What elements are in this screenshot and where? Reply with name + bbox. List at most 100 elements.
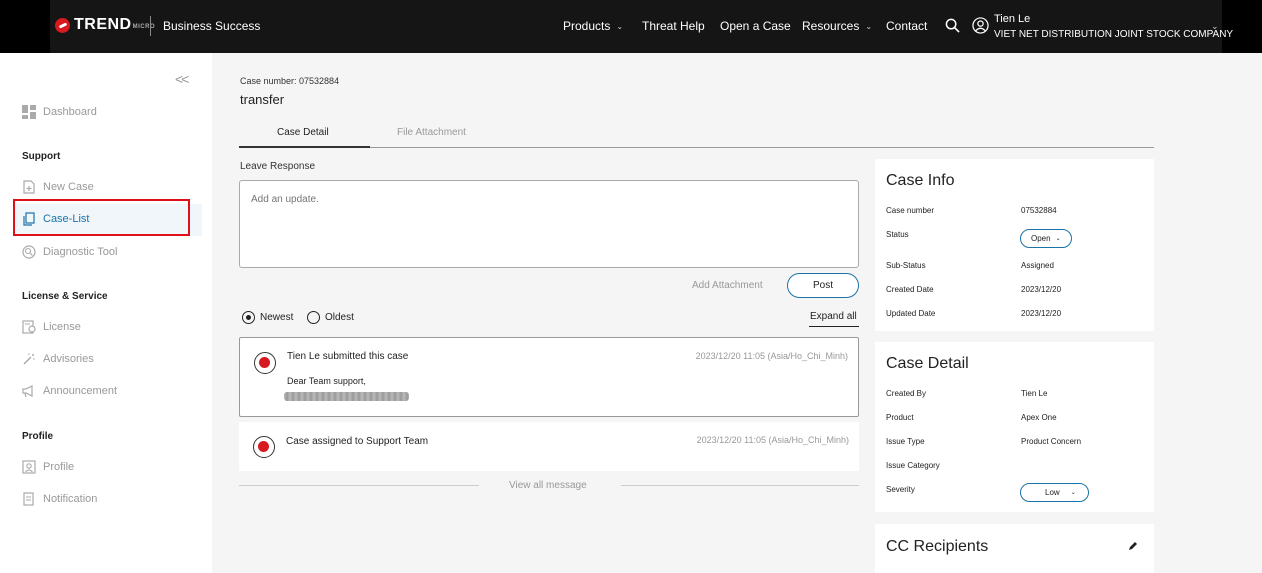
expand-all-underline (809, 326, 859, 327)
message-card[interactable]: Case assigned to Support Team 2023/12/20… (239, 422, 859, 471)
sort-newest-label: Newest (260, 312, 294, 323)
nav-threat-help[interactable]: Threat Help (642, 19, 705, 33)
trend-micro-logo[interactable]: TREND MICRO (55, 16, 155, 34)
business-success-label: Business Success (163, 19, 261, 33)
sidebar-item-new-case[interactable]: New Case (22, 176, 94, 198)
license-icon (22, 320, 36, 334)
message-title: Tien Le submitted this case (287, 351, 409, 362)
search-icon[interactable] (945, 18, 960, 33)
case-number-value: 07532884 (1021, 206, 1057, 215)
updated-date-value: 2023/12/20 (1021, 309, 1062, 318)
issue-type-value: Product Concern (1021, 437, 1082, 446)
status-dropdown[interactable]: Open ⌄ (1020, 229, 1072, 248)
message-timestamp: 2023/12/20 11:05 (Asia/Ho_Chi_Minh) (695, 351, 848, 361)
sidebar-section-license: License & Service (22, 291, 108, 302)
sidebar-section-profile: Profile (22, 431, 54, 442)
user-account-icon[interactable] (972, 17, 989, 34)
highlight-annotation-box (13, 199, 190, 236)
nav-products[interactable]: Products ⌄ (563, 19, 623, 33)
case-detail-title: Case Detail (886, 355, 969, 372)
message-title: Case assigned to Support Team (286, 436, 429, 447)
top-navigation-bar: TREND MICRO Business Success Products ⌄ … (0, 0, 1262, 53)
sub-status-value: Assigned (1021, 261, 1054, 270)
case-number-label: Case number: 07532884 (240, 76, 340, 86)
sidebar-item-label: Notification (43, 493, 98, 505)
radio-unselected-icon (307, 311, 320, 324)
message-card[interactable]: Tien Le submitted this case 2023/12/20 1… (239, 337, 859, 417)
nav-resources-label: Resources (802, 19, 860, 33)
created-by-key: Created By (886, 389, 927, 398)
chevron-down-icon: ⌄ (616, 21, 624, 31)
nav-threat-help-label: Threat Help (642, 19, 705, 33)
sidebar-item-profile[interactable]: Profile (22, 456, 74, 478)
nav-products-label: Products (563, 19, 611, 33)
sidebar-item-label: License (43, 321, 81, 333)
severity-value: Low (1045, 488, 1060, 497)
user-name[interactable]: Tien Le (994, 13, 1030, 25)
sidebar-item-label: Announcement (43, 385, 117, 397)
sidebar-item-notification[interactable]: Notification (22, 488, 97, 510)
sidebar-item-label: New Case (43, 181, 94, 193)
user-company: VIET NET DISTRIBUTION JOINT STOCK COMPAN… (994, 29, 1234, 40)
cc-recipients-title: CC Recipients (886, 538, 989, 555)
chevron-down-icon[interactable]: ⌄ (1211, 21, 1219, 32)
nav-open-a-case[interactable]: Open a Case (720, 19, 791, 33)
sidebar-item-advisories[interactable]: Advisories (22, 348, 94, 370)
case-title: transfer (240, 92, 285, 107)
nav-contact-label: Contact (886, 19, 928, 33)
cc-recipients-panel: CC Recipients (875, 524, 1154, 573)
notification-icon (23, 492, 34, 506)
message-body: Dear Team support, (287, 376, 366, 386)
view-all-message-link[interactable]: View all message (509, 480, 587, 491)
tab-case-detail[interactable]: Case Detail (277, 127, 329, 138)
diagnostic-icon (22, 245, 36, 259)
created-date-key: Created Date (886, 285, 934, 294)
avatar (253, 436, 275, 458)
issue-category-key: Issue Category (886, 461, 940, 470)
sort-newest-radio[interactable]: Newest (242, 311, 293, 324)
leave-response-label: Leave Response (240, 161, 316, 172)
dashboard-icon (22, 105, 36, 119)
message-timestamp: 2023/12/20 11:05 (Asia/Ho_Chi_Minh) (696, 435, 849, 445)
tabs-divider (239, 147, 1154, 148)
chevron-down-icon: ⌄ (1055, 236, 1061, 242)
status-key: Status (886, 230, 909, 239)
severity-key: Severity (886, 485, 915, 494)
tab-file-attachment[interactable]: File Attachment (397, 127, 466, 138)
new-case-icon (23, 180, 35, 194)
sidebar-item-dashboard[interactable]: Dashboard (22, 101, 97, 123)
sidebar-item-announcement[interactable]: Announcement (22, 380, 117, 402)
sidebar-item-label: Diagnostic Tool (43, 246, 118, 258)
chevron-down-icon: ⌄ (865, 21, 873, 31)
expand-all-link[interactable]: Expand all (810, 311, 857, 322)
sidebar-item-diagnostic-tool[interactable]: Diagnostic Tool (22, 241, 117, 263)
response-textarea[interactable] (239, 180, 859, 268)
radio-selected-icon (242, 311, 255, 324)
sort-oldest-radio[interactable]: Oldest (307, 311, 354, 324)
created-date-value: 2023/12/20 (1021, 285, 1062, 294)
add-attachment-link[interactable]: Add Attachment (692, 280, 763, 291)
megaphone-icon (22, 385, 33, 398)
logo-text: TREND (74, 16, 132, 33)
sort-oldest-label: Oldest (325, 312, 354, 323)
collapse-sidebar-icon[interactable]: << (175, 71, 189, 87)
divider-line (621, 485, 859, 486)
nav-resources[interactable]: Resources ⌄ (802, 19, 872, 33)
profile-icon (22, 460, 36, 474)
advisories-icon (23, 353, 35, 365)
severity-dropdown[interactable]: Low ⌄ (1020, 483, 1089, 502)
product-key: Product (886, 413, 914, 422)
nav-open-a-case-label: Open a Case (720, 19, 791, 33)
edit-pencil-icon[interactable] (1128, 541, 1138, 551)
post-button[interactable]: Post (787, 273, 859, 298)
case-detail-panel: Case Detail Created By Tien Le Product A… (875, 342, 1154, 512)
chevron-down-icon: ⌄ (1070, 490, 1076, 496)
header-divider (150, 16, 151, 36)
nav-contact[interactable]: Contact (886, 19, 927, 33)
created-by-value: Tien Le (1021, 389, 1048, 398)
status-value: Open (1031, 234, 1051, 243)
sidebar-item-license[interactable]: License (22, 316, 81, 338)
case-info-title: Case Info (886, 172, 955, 189)
avatar (254, 352, 276, 374)
issue-type-key: Issue Type (886, 437, 925, 446)
